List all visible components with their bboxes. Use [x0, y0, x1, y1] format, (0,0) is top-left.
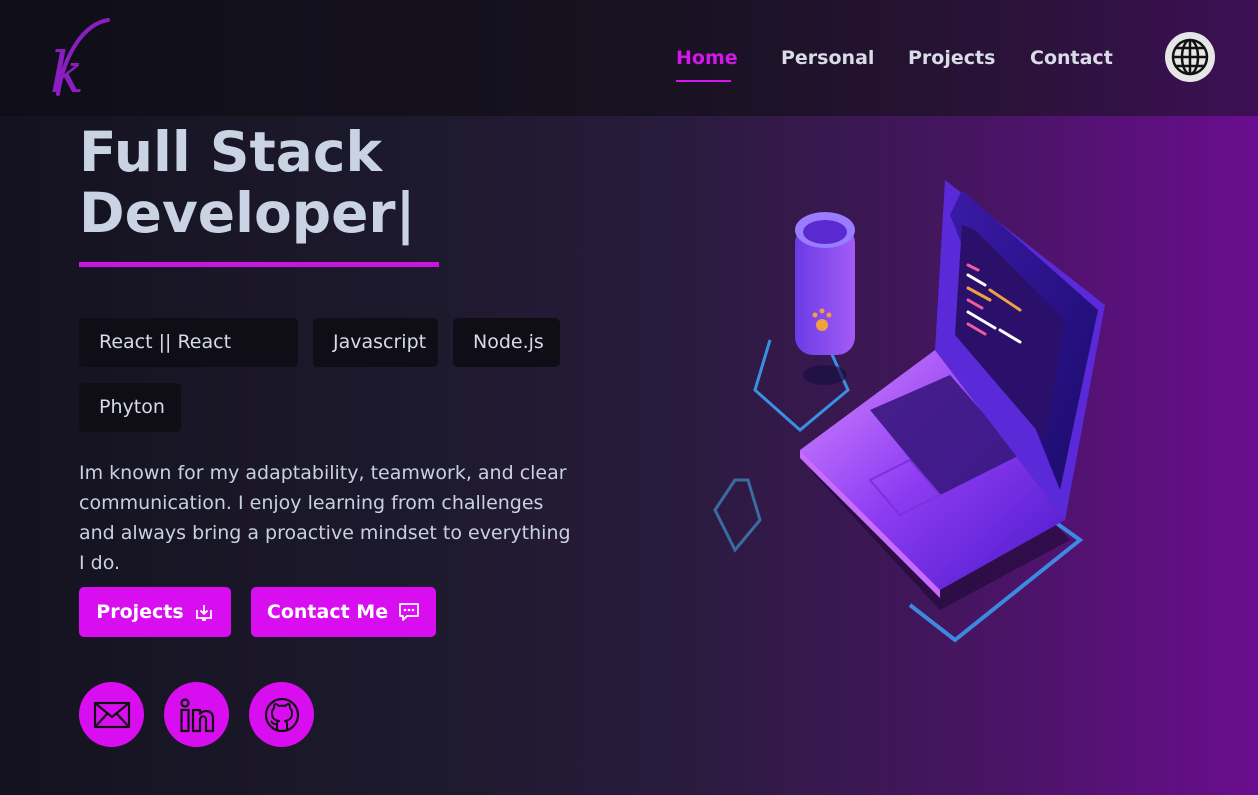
logo-letter: k: [50, 41, 84, 100]
email-link[interactable]: [79, 682, 144, 747]
github-icon: [264, 697, 299, 732]
active-nav-indicator: [676, 80, 731, 82]
skill-python: Phyton: [79, 383, 181, 432]
chat-icon: [399, 603, 419, 621]
projects-button[interactable]: Projects: [79, 587, 231, 637]
logo[interactable]: k: [44, 14, 116, 100]
hero-title: Full Stack Developer|: [79, 120, 416, 245]
skill-nodejs: Node.js: [453, 318, 560, 367]
linkedin-link[interactable]: [164, 682, 229, 747]
laptop-illustration: [713, 180, 1105, 643]
skill-javascript: Javascript: [313, 318, 438, 367]
globe-icon: [1171, 38, 1209, 76]
navbar: k Home Personal Projects Contact: [0, 0, 1258, 116]
skill-react: React || React Native: [79, 318, 298, 402]
nav-home[interactable]: Home: [676, 45, 738, 71]
contact-button-label: Contact Me: [266, 601, 389, 623]
hero-description: Im known for my adaptability, teamwork, …: [79, 462, 571, 574]
github-link[interactable]: [249, 682, 314, 747]
language-button[interactable]: [1165, 32, 1215, 82]
title-underline: [79, 262, 439, 267]
nav-personal[interactable]: Personal: [781, 45, 874, 71]
contact-button[interactable]: Contact Me: [251, 587, 436, 637]
nav-projects[interactable]: Projects: [908, 45, 995, 71]
mail-icon: [93, 701, 130, 728]
nav-contact[interactable]: Contact: [1030, 45, 1113, 71]
download-icon: [195, 605, 212, 621]
linkedin-icon: [179, 697, 214, 732]
projects-button-label: Projects: [96, 601, 184, 623]
